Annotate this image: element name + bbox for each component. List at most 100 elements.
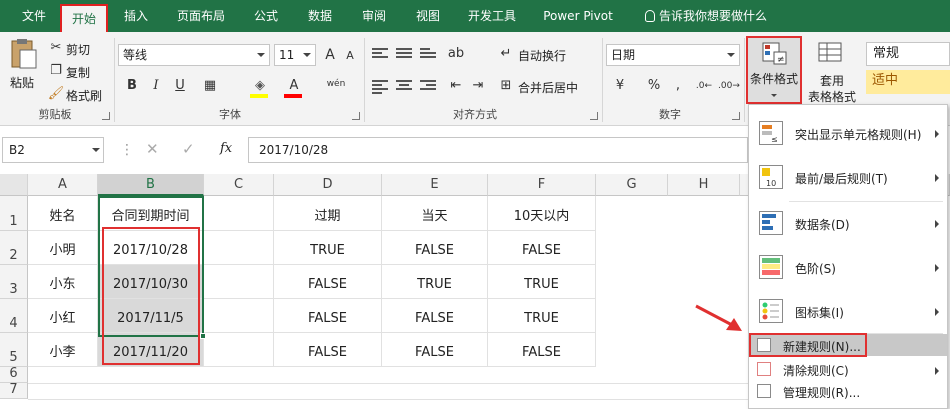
- format-painter-icon[interactable]: 🖌: [46, 84, 66, 104]
- formula-input[interactable]: 2017/10/28: [248, 137, 748, 163]
- row-header-4[interactable]: 4: [0, 299, 28, 333]
- column-header-f[interactable]: F: [488, 174, 596, 196]
- row-header-1[interactable]: 1: [0, 196, 28, 231]
- align-middle-icon[interactable]: [396, 48, 412, 62]
- clipboard-launcher[interactable]: [102, 112, 110, 120]
- shrink-font-icon[interactable]: A: [340, 46, 360, 66]
- column-header-b[interactable]: B: [98, 174, 204, 196]
- cell-a2[interactable]: 小明: [28, 231, 98, 265]
- table-format-label-2[interactable]: 表格格式: [808, 88, 856, 105]
- menu-item-top-bottom[interactable]: 10 最前/最后规则(T): [749, 157, 947, 197]
- enter-icon[interactable]: ✓: [182, 140, 195, 158]
- phonetic-button[interactable]: wén: [326, 74, 346, 94]
- bold-button[interactable]: B: [122, 76, 142, 96]
- tab-home[interactable]: 开始: [60, 4, 108, 32]
- column-header-d[interactable]: D: [274, 174, 382, 196]
- paste-button[interactable]: 粘贴: [10, 74, 34, 91]
- align-left-icon[interactable]: [372, 80, 388, 94]
- tab-developer[interactable]: 开发工具: [460, 0, 524, 32]
- cell-d3[interactable]: FALSE: [274, 265, 382, 299]
- font-name-combo[interactable]: 等线: [118, 44, 270, 66]
- cell-c5[interactable]: [204, 333, 274, 367]
- percent-button[interactable]: %: [644, 76, 664, 96]
- table-format-icon[interactable]: [818, 42, 844, 64]
- cell-c2[interactable]: [204, 231, 274, 265]
- cell-a5[interactable]: 小李: [28, 333, 98, 367]
- font-color-icon[interactable]: A: [284, 76, 304, 96]
- cell-f4[interactable]: TRUE: [488, 299, 596, 333]
- cell-a3[interactable]: 小东: [28, 265, 98, 299]
- cancel-icon[interactable]: ✕: [146, 140, 159, 158]
- fill-handle[interactable]: [200, 333, 206, 339]
- style-normal[interactable]: 常规: [866, 42, 950, 66]
- cell-c3[interactable]: [204, 265, 274, 299]
- cell-f5[interactable]: FALSE: [488, 333, 596, 367]
- indent-increase-icon[interactable]: ⇥: [468, 76, 488, 96]
- cell-e1[interactable]: 当天: [382, 196, 488, 231]
- column-header-c[interactable]: C: [204, 174, 274, 196]
- select-all-corner[interactable]: [0, 174, 28, 196]
- cut-icon[interactable]: ✂: [46, 38, 66, 58]
- font-launcher[interactable]: [352, 112, 360, 120]
- number-launcher[interactable]: [732, 112, 740, 120]
- align-center-icon[interactable]: [396, 80, 412, 94]
- cell-e5[interactable]: FALSE: [382, 333, 488, 367]
- row-header-2[interactable]: 2: [0, 231, 28, 265]
- align-right-icon[interactable]: [420, 80, 436, 94]
- tab-formulas[interactable]: 公式: [246, 0, 286, 32]
- tab-review[interactable]: 审阅: [354, 0, 394, 32]
- tab-view[interactable]: 视图: [408, 0, 448, 32]
- tab-power-pivot[interactable]: Power Pivot: [538, 0, 618, 32]
- column-header-a[interactable]: A: [28, 174, 98, 196]
- decrease-decimal-icon[interactable]: .00→: [718, 76, 740, 96]
- column-header-e[interactable]: E: [382, 174, 488, 196]
- border-icon[interactable]: ▦: [200, 76, 220, 96]
- menu-item-highlight-rules[interactable]: ≤ 突出显示单元格规则(H): [749, 113, 947, 153]
- menu-item-icon-sets[interactable]: 图标集(I): [749, 291, 947, 331]
- cell-e3[interactable]: TRUE: [382, 265, 488, 299]
- copy-icon[interactable]: ❐: [46, 61, 66, 81]
- cell-c1[interactable]: [204, 196, 274, 231]
- name-box[interactable]: B2: [2, 137, 104, 163]
- tell-me-box[interactable]: 告诉我你想要做什么: [636, 0, 776, 32]
- comma-button[interactable]: ,: [668, 76, 688, 96]
- cell-d2[interactable]: TRUE: [274, 231, 382, 265]
- grow-font-icon[interactable]: A: [320, 45, 340, 65]
- menu-item-color-scales[interactable]: 色阶(S): [749, 247, 947, 287]
- currency-icon[interactable]: ¥: [610, 76, 630, 96]
- alignment-launcher[interactable]: [590, 112, 598, 120]
- row-header-7[interactable]: 7: [0, 382, 28, 399]
- row-header-6[interactable]: 6: [0, 366, 28, 383]
- cell-f3[interactable]: TRUE: [488, 265, 596, 299]
- cell-f2[interactable]: FALSE: [488, 231, 596, 265]
- cell-c4[interactable]: [204, 299, 274, 333]
- column-header-h[interactable]: H: [668, 174, 740, 196]
- cell-d4[interactable]: FALSE: [274, 299, 382, 333]
- tab-page-layout[interactable]: 页面布局: [170, 0, 232, 32]
- tab-insert[interactable]: 插入: [116, 0, 156, 32]
- italic-button[interactable]: I: [146, 76, 166, 96]
- menu-item-data-bars[interactable]: 数据条(D): [749, 203, 947, 243]
- style-neutral[interactable]: 适中: [866, 70, 950, 94]
- merge-center-button[interactable]: 合并后居中: [518, 79, 578, 96]
- indent-decrease-icon[interactable]: ⇤: [446, 76, 466, 96]
- cell-e4[interactable]: FALSE: [382, 299, 488, 333]
- cell-a1[interactable]: 姓名: [28, 196, 98, 231]
- chevron-down-icon[interactable]: [92, 148, 100, 152]
- cell-d5[interactable]: FALSE: [274, 333, 382, 367]
- cell-e2[interactable]: FALSE: [382, 231, 488, 265]
- copy-button[interactable]: 复制: [66, 64, 90, 81]
- font-size-combo[interactable]: 11: [274, 44, 316, 66]
- cut-button[interactable]: 剪切: [66, 41, 90, 58]
- fill-color-icon[interactable]: ◈: [250, 76, 270, 96]
- table-format-label-1[interactable]: 套用: [820, 72, 844, 89]
- menu-item-clear-rules[interactable]: 清除规则(C): [749, 358, 947, 380]
- align-top-icon[interactable]: [372, 48, 388, 62]
- column-header-g[interactable]: G: [596, 174, 668, 196]
- merge-center-icon[interactable]: ⊞: [496, 76, 516, 96]
- row-header-3[interactable]: 3: [0, 265, 28, 299]
- orientation-icon[interactable]: ab: [446, 44, 466, 64]
- wrap-text-icon[interactable]: ↵: [496, 44, 516, 64]
- cell-f1[interactable]: 10天以内: [488, 196, 596, 231]
- tab-data[interactable]: 数据: [300, 0, 340, 32]
